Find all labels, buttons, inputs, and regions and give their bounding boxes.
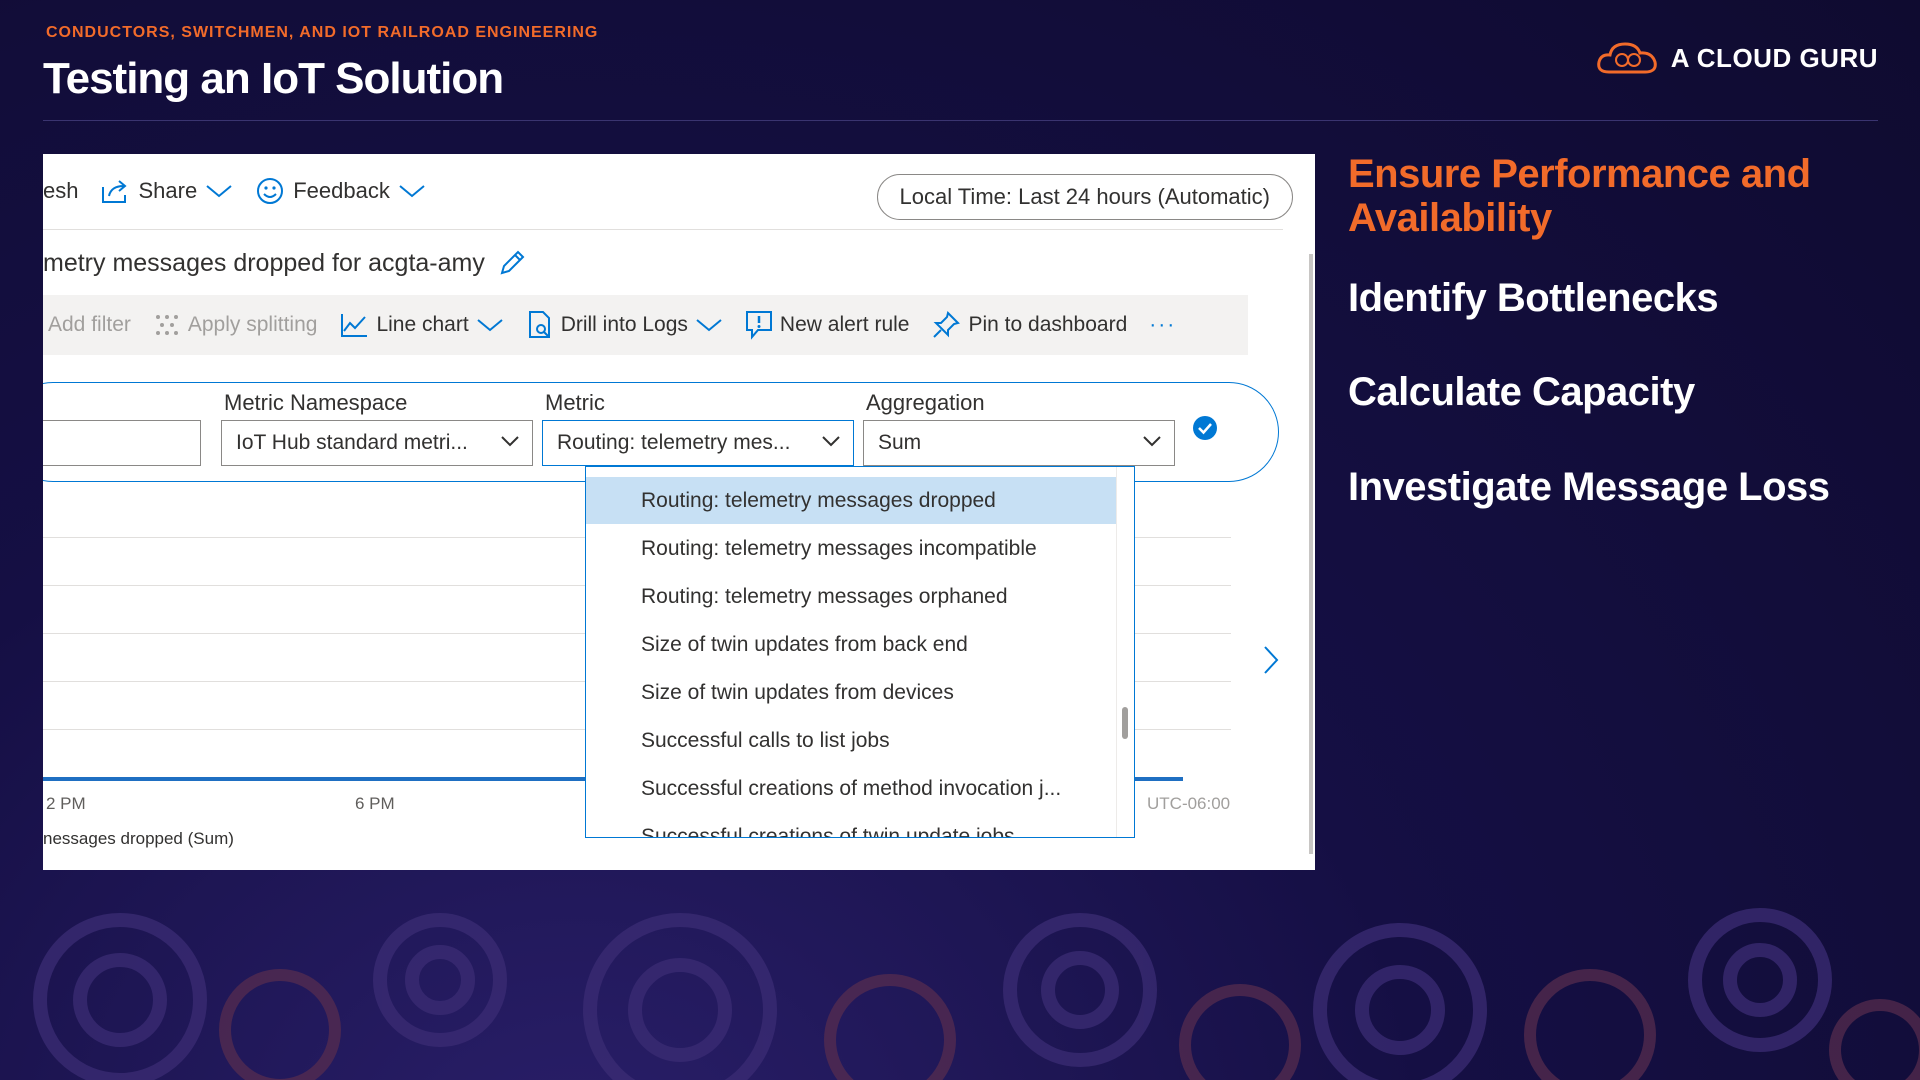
pin-to-dashboard-button[interactable]: Pin to dashboard (931, 310, 1127, 340)
chevron-down-icon (206, 185, 232, 198)
line-chart-icon (341, 314, 368, 337)
line-chart-button[interactable]: Line chart (339, 311, 503, 339)
chevron-down-icon (822, 436, 840, 447)
metric-label: Metric (545, 390, 605, 415)
metric-namespace-select[interactable]: IoT Hub standard metri... (221, 420, 533, 466)
chevron-down-icon (696, 319, 722, 332)
feedback-label: Feedback (293, 178, 390, 203)
smiley-icon (257, 178, 284, 204)
share-icon (102, 180, 128, 203)
share-label: Share (138, 178, 198, 203)
chevron-down-icon (477, 319, 503, 332)
more-options-button[interactable]: ··· (1149, 313, 1176, 337)
azure-metrics-panel: esh Share Feedback Local Time: Last 24 h… (43, 154, 1315, 870)
slide-title: Testing an IoT Solution (43, 54, 504, 103)
bullet-accent: Ensure Performance and Availability (1348, 152, 1811, 240)
cloud-logo-icon (1596, 42, 1657, 74)
pin-icon (933, 311, 961, 338)
more-options-label: ··· (1149, 313, 1177, 336)
new-alert-rule-label: New alert rule (779, 313, 910, 336)
pencil-edit-icon[interactable] (497, 248, 527, 278)
chart-title-text: metry messages dropped for acgta-amy (43, 248, 485, 277)
bullet-list: Ensure Performance and Availability Iden… (1348, 152, 1888, 509)
dropdown-option[interactable]: Successful creations of twin update jobs (586, 813, 1116, 838)
aggregation-value: Sum (878, 431, 922, 454)
header-divider (43, 120, 1878, 121)
x-axis-tick: 6 PM (355, 794, 395, 813)
chart-legend[interactable]: nessages dropped (Sum) (43, 829, 234, 849)
panel-scrollbar[interactable] (1309, 254, 1313, 854)
dropdown-option[interactable]: Successful calls to list jobs (586, 717, 1116, 764)
splitting-icon (155, 315, 178, 335)
time-range-label: Local Time: Last 24 hours (Automatic) (899, 184, 1271, 209)
checkmark-icon (1198, 423, 1212, 435)
decorative-gears (33, 908, 1920, 1080)
alert-icon (745, 311, 772, 340)
chevron-down-icon (501, 436, 519, 447)
brand-logo: A CLOUD GURU (1595, 38, 1878, 78)
refresh-label: esh (43, 178, 79, 203)
metric-dropdown-list: Routing: telemetry messages dropped Rout… (585, 466, 1135, 838)
apply-splitting-label: Apply splitting (187, 313, 318, 336)
brand-name: A CLOUD GURU (1670, 42, 1878, 73)
dropdown-option[interactable]: Size of twin updates from back end (586, 621, 1116, 668)
metric-namespace-value: IoT Hub standard metri... (236, 431, 468, 454)
chart-title: metry messages dropped for acgta-amy (43, 238, 527, 288)
pin-to-dashboard-label: Pin to dashboard (968, 313, 1128, 336)
bullet-item: Calculate Capacity (1348, 370, 1695, 414)
bullet-item: Identify Bottlenecks (1348, 276, 1719, 320)
aggregation-select[interactable]: Sum (863, 420, 1175, 466)
chevron-right-icon (1264, 646, 1279, 674)
add-filter-button[interactable]: Add filter (48, 313, 131, 337)
dropdown-option[interactable]: Routing: telemetry messages dropped (586, 477, 1116, 524)
add-filter-label: Add filter (48, 313, 131, 336)
line-chart-label: Line chart (376, 313, 469, 336)
drill-into-logs-button[interactable]: Drill into Logs (526, 310, 723, 340)
metric-namespace-label: Metric Namespace (224, 390, 408, 415)
aggregation-label: Aggregation (866, 390, 985, 415)
chevron-down-icon (1143, 436, 1161, 447)
dropdown-scrollbar[interactable] (1116, 467, 1134, 837)
dropdown-scroll-thumb[interactable] (1122, 707, 1128, 739)
apply-checkmark-button[interactable] (1193, 416, 1217, 440)
x-axis-tick: 2 PM (46, 794, 86, 813)
bullet-item: Investigate Message Loss (1348, 465, 1830, 509)
logs-icon (528, 311, 550, 338)
drill-into-logs-label: Drill into Logs (560, 313, 688, 336)
new-alert-rule-button[interactable]: New alert rule (745, 310, 910, 340)
refresh-button[interactable]: esh (43, 178, 78, 204)
dropdown-option[interactable]: Routing: telemetry messages incompatible (586, 525, 1116, 572)
toolbar-divider (43, 229, 1283, 230)
share-button[interactable]: Share (100, 178, 233, 204)
next-button[interactable] (1261, 644, 1281, 681)
time-range-button[interactable]: Local Time: Last 24 hours (Automatic) (876, 174, 1293, 220)
feedback-button[interactable]: Feedback (255, 176, 426, 206)
scope-select[interactable] (43, 420, 201, 466)
chevron-down-icon (399, 185, 425, 198)
apply-splitting-button[interactable]: Apply splitting (153, 311, 318, 339)
dropdown-option[interactable]: Routing: telemetry messages orphaned (586, 573, 1116, 620)
timezone-label: UTC-06:00 (1147, 794, 1231, 813)
chart-command-bar: Add filter Apply splitting Line chart Dr… (43, 295, 1248, 355)
dropdown-option[interactable]: Successful creations of method invocatio… (586, 765, 1116, 812)
metric-value: Routing: telemetry mes... (557, 431, 791, 454)
dropdown-option[interactable]: Size of twin updates from devices (586, 669, 1116, 716)
metric-select[interactable]: Routing: telemetry mes... (542, 420, 854, 466)
slide-eyebrow: CONDUCTORS, SWITCHMEN, AND IOT RAILROAD … (46, 24, 599, 41)
